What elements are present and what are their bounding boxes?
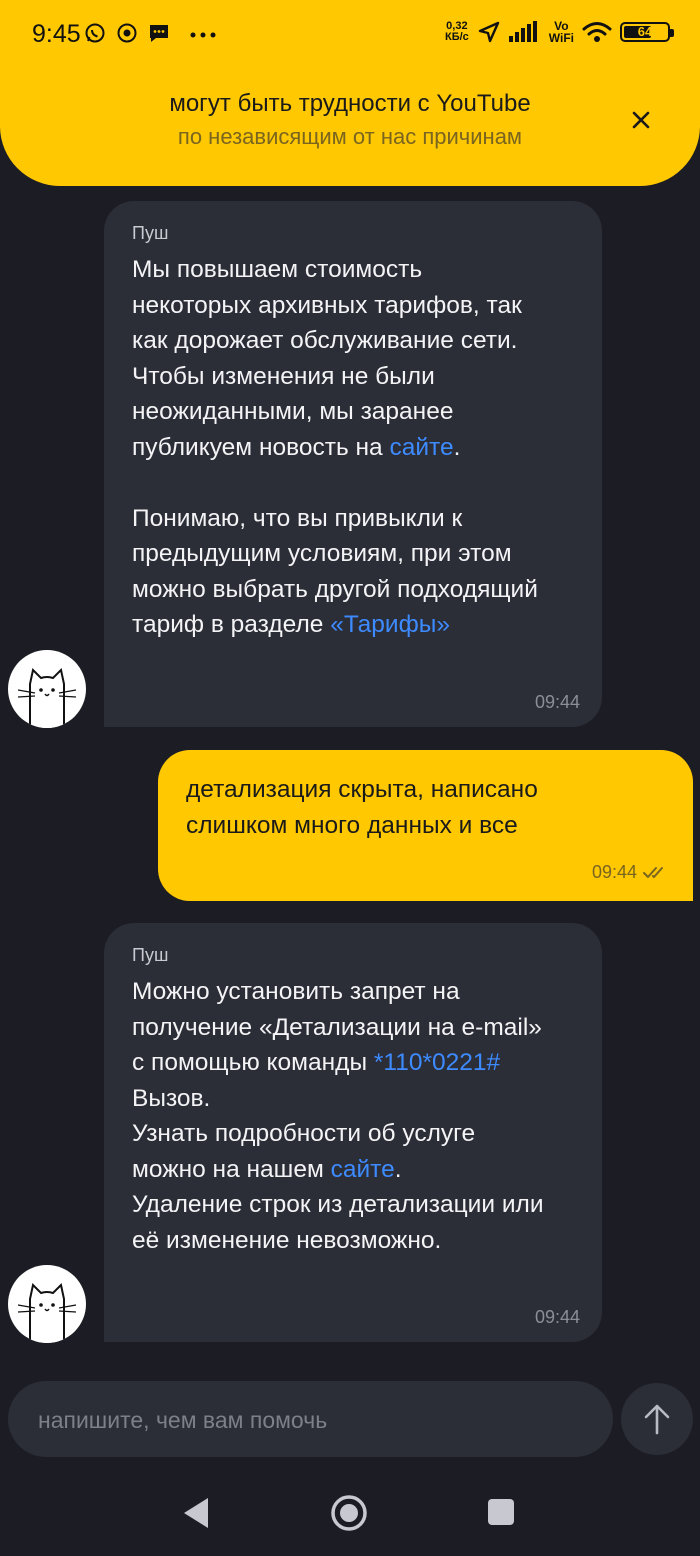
tariffs-link[interactable]: «Тарифы» xyxy=(330,611,450,638)
avatar xyxy=(8,1265,86,1343)
record-icon xyxy=(117,23,137,43)
message-sender: Пуш xyxy=(132,223,169,243)
system-icons: 0,32 КБ/с Vo WiFi 64 xyxy=(445,20,674,44)
notification-icons xyxy=(84,22,170,44)
message-time: 09:44 xyxy=(534,692,580,712)
avatar xyxy=(8,650,86,728)
ussd-command-link[interactable]: *110*0221# xyxy=(374,1049,500,1076)
message-text: Можно установить запрет на получение «Де… xyxy=(132,974,574,1258)
home-icon[interactable] xyxy=(330,1494,368,1532)
speed-unit: КБ/с xyxy=(444,31,469,43)
message-time: 09:44 xyxy=(591,862,637,882)
battery-level: 64 xyxy=(637,24,653,39)
message-meta: 09:44 xyxy=(592,862,669,883)
message-text: детализация скрыта, написано слишком мно… xyxy=(186,776,538,839)
status-time: 9:45 xyxy=(32,20,81,48)
signal-icon xyxy=(508,21,537,42)
incoming-message: Пуш Мы повышаем стоимость некоторых архи… xyxy=(104,201,602,727)
system-nav-bar xyxy=(0,1480,700,1556)
message-input[interactable] xyxy=(36,1381,600,1459)
incoming-message: Пуш Можно установить запрет на получение… xyxy=(104,923,602,1342)
banner-subtitle: по независящим от нас причинам xyxy=(177,124,523,149)
cat-icon xyxy=(17,1282,77,1343)
message-text-part: . Понимаю, что вы привыкли к предыдущим … xyxy=(132,433,538,639)
message-text-part: Мы повышаем стоимость некоторых архивных… xyxy=(132,256,522,461)
arrow-up-icon xyxy=(644,1404,670,1435)
send-button[interactable] xyxy=(621,1383,693,1455)
message-text: Мы повышаем стоимость некоторых архивных… xyxy=(132,252,574,643)
location-icon xyxy=(478,21,499,43)
message-sender: Пуш xyxy=(132,945,169,965)
vowifi-line2: WiFi xyxy=(548,31,574,45)
message-time: 09:44 xyxy=(534,1307,580,1327)
whatsapp-icon xyxy=(85,23,105,43)
battery-tip xyxy=(670,29,674,37)
site-link[interactable]: сайте xyxy=(389,434,453,461)
message-text-part: Вызов. Узнать подробности об услуге можн… xyxy=(132,1084,476,1183)
outgoing-message: детализация скрыта, написано слишком мно… xyxy=(158,750,693,901)
site-link[interactable]: сайте xyxy=(331,1156,395,1183)
back-icon[interactable] xyxy=(182,1496,210,1530)
wifi-icon xyxy=(582,22,612,42)
vowifi-indicator: Vo WiFi xyxy=(549,20,574,44)
recent-apps-icon[interactable] xyxy=(487,1498,515,1526)
close-icon[interactable] xyxy=(628,107,654,133)
more-notifications-icon xyxy=(190,32,216,38)
message-composer xyxy=(8,1381,613,1459)
double-check-icon xyxy=(643,866,663,878)
status-bar: 9:45 0,32 КБ/с Vo WiFi 64 xyxy=(0,0,700,70)
message-icon xyxy=(150,25,168,42)
network-speed: 0,32 КБ/с xyxy=(445,21,469,43)
battery-icon: 64 xyxy=(620,22,674,42)
cat-icon xyxy=(17,667,77,728)
banner-title: могут быть трудности с YouTube xyxy=(169,90,531,117)
